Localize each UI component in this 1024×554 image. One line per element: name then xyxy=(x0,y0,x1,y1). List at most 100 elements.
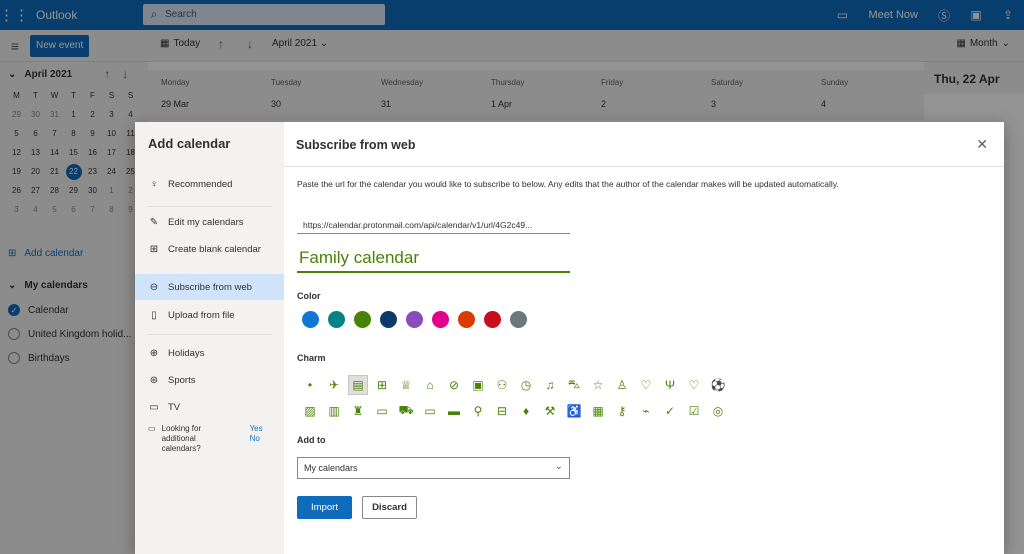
ball-icon: ⊛ xyxy=(149,374,159,386)
nav-item-create-blank[interactable]: ⊞ Create blank calendar xyxy=(135,236,284,262)
soccer-ball-icon[interactable]: ⚽ xyxy=(708,375,728,395)
checkmark-icon[interactable]: ✓ xyxy=(660,401,680,421)
color-swatch[interactable] xyxy=(328,311,345,328)
add-calendar-dialog: Add calendar ♀ Recommended ✎ Edit my cal… xyxy=(135,122,1004,554)
looking-for-calendars: ▭ Looking for additional calendars? Yes … xyxy=(148,424,263,454)
discard-button[interactable]: Discard xyxy=(362,496,417,519)
lightbulb-icon: ♀ xyxy=(150,178,158,190)
shoe-icon[interactable]: ⌁ xyxy=(636,401,656,421)
link-icon: ⊖ xyxy=(149,281,159,293)
color-swatch[interactable] xyxy=(380,311,397,328)
dialog-nav-title: Add calendar xyxy=(148,136,231,151)
dot-icon[interactable]: • xyxy=(300,375,320,395)
dialog-description: Paste the url for the calendar you would… xyxy=(297,179,839,189)
stopwatch-icon[interactable]: ◷ xyxy=(516,375,536,395)
feedback-icon: ▭ xyxy=(148,424,156,433)
nav-item-recommended[interactable]: ♀ Recommended xyxy=(135,171,284,197)
book-icon[interactable]: ▥ xyxy=(324,401,344,421)
dialog-title: Subscribe from web xyxy=(296,138,416,152)
clapperboard-icon[interactable]: ▨ xyxy=(300,401,320,421)
dumbbell-icon[interactable]: ⚒ xyxy=(540,401,560,421)
nav-item-label: Recommended xyxy=(168,178,233,190)
add-to-dropdown[interactable]: My calendars ⌄ xyxy=(297,457,570,479)
empty-charm-slot xyxy=(732,375,752,395)
heart-icon[interactable]: ♡ xyxy=(684,375,704,395)
building-icon[interactable]: ▦ xyxy=(588,401,608,421)
color-label: Color xyxy=(297,291,321,301)
credit-card-icon[interactable]: ▬ xyxy=(444,401,464,421)
pill-icon[interactable]: ⊘ xyxy=(444,375,464,395)
cake-icon[interactable]: ♜ xyxy=(348,401,368,421)
edit-icon: ✎ xyxy=(149,216,159,228)
empty-charm-slot xyxy=(732,401,752,421)
ticket-icon[interactable]: ▭ xyxy=(420,401,440,421)
nav-item-label: Sports xyxy=(168,374,196,386)
nav-item-edit-calendars[interactable]: ✎ Edit my calendars xyxy=(135,209,284,235)
empty-charm-slot xyxy=(756,375,776,395)
wrench-icon[interactable]: ⚷ xyxy=(612,401,632,421)
star-icon[interactable]: ☆ xyxy=(588,375,608,395)
feedback-options: Yes No xyxy=(250,424,263,454)
nav-item-label: Holidays xyxy=(168,347,205,359)
divider xyxy=(148,206,272,207)
color-swatch[interactable] xyxy=(354,311,371,328)
tv-icon: ▭ xyxy=(149,401,159,413)
graduation-cap-icon[interactable]: ♦ xyxy=(516,401,536,421)
import-button[interactable]: Import xyxy=(297,496,352,519)
target-icon[interactable]: ◎ xyxy=(708,401,728,421)
balloons-icon[interactable]: ♡ xyxy=(636,375,656,395)
divider xyxy=(284,166,1004,167)
nav-item-label: Edit my calendars xyxy=(168,216,244,228)
briefcase-icon[interactable]: ▣ xyxy=(468,375,488,395)
truck-icon[interactable]: ⛟ xyxy=(396,401,416,421)
nav-item-holidays[interactable]: ⊕ Holidays xyxy=(135,340,284,366)
nav-item-subscribe-web[interactable]: ⊖ Subscribe from web xyxy=(135,274,284,300)
person-icon[interactable]: ♙ xyxy=(612,375,632,395)
add-to-value: My calendars xyxy=(304,463,358,473)
add-to-label: Add to xyxy=(297,435,326,445)
looking-text: Looking for additional calendars? xyxy=(161,424,202,453)
nav-item-label: Subscribe from web xyxy=(168,281,252,293)
car-icon[interactable]: ⛍ xyxy=(564,375,584,395)
nav-item-label: Create blank calendar xyxy=(168,243,261,255)
medical-bag-icon[interactable]: ⊞ xyxy=(372,375,392,395)
close-icon[interactable]: ✕ xyxy=(976,136,988,153)
charm-grid: • ✈ ▤ ⊞ ♕ ⌂ ⊘ ▣ ⚇ ◷ ♫ ⛍ ☆ ♙ ♡ Ψ ♡ ⚽ ▨ ▥ … xyxy=(300,375,780,421)
dialog-nav: Add calendar ♀ Recommended ✎ Edit my cal… xyxy=(135,122,284,554)
calendar-add-icon: ⊞ xyxy=(149,243,159,255)
globe-icon: ⊕ xyxy=(149,347,159,359)
chevron-down-icon: ⌄ xyxy=(554,461,563,472)
stroller-icon[interactable]: ♿ xyxy=(564,401,584,421)
monitor-icon[interactable]: ▭ xyxy=(372,401,392,421)
bicycle-icon[interactable]: ⚲ xyxy=(468,401,488,421)
color-swatch[interactable] xyxy=(302,311,319,328)
empty-charm-slot xyxy=(756,401,776,421)
checklist-icon[interactable]: ☑ xyxy=(684,401,704,421)
charm-label: Charm xyxy=(297,353,326,363)
color-swatch[interactable] xyxy=(406,311,423,328)
music-icon[interactable]: ♫ xyxy=(540,375,560,395)
nav-item-sports[interactable]: ⊛ Sports xyxy=(135,367,284,393)
nav-item-upload-file[interactable]: ▯ Upload from file xyxy=(135,302,284,328)
color-swatch[interactable] xyxy=(432,311,449,328)
dialog-content: Subscribe from web ✕ Paste the url for t… xyxy=(284,122,1004,554)
nav-item-label: Upload from file xyxy=(168,309,235,321)
calendar-url-input[interactable] xyxy=(297,216,570,234)
home-icon[interactable]: ⌂ xyxy=(420,375,440,395)
trophy-icon[interactable]: ♕ xyxy=(396,375,416,395)
file-icon: ▯ xyxy=(151,309,157,321)
people-icon[interactable]: ⚇ xyxy=(492,375,512,395)
nav-item-tv[interactable]: ▭ TV xyxy=(135,394,284,420)
utensils-icon[interactable]: Ψ xyxy=(660,375,680,395)
color-swatch[interactable] xyxy=(458,311,475,328)
color-swatches xyxy=(302,311,527,328)
color-swatch[interactable] xyxy=(510,311,527,328)
airplane-icon[interactable]: ✈ xyxy=(324,375,344,395)
calendar-name-input[interactable] xyxy=(297,245,570,273)
feedback-yes-link[interactable]: Yes xyxy=(250,424,263,433)
color-swatch[interactable] xyxy=(484,311,501,328)
bus-icon[interactable]: ⊟ xyxy=(492,401,512,421)
divider xyxy=(148,334,272,335)
notepad-icon[interactable]: ▤ xyxy=(348,375,368,395)
feedback-no-link[interactable]: No xyxy=(250,434,260,443)
